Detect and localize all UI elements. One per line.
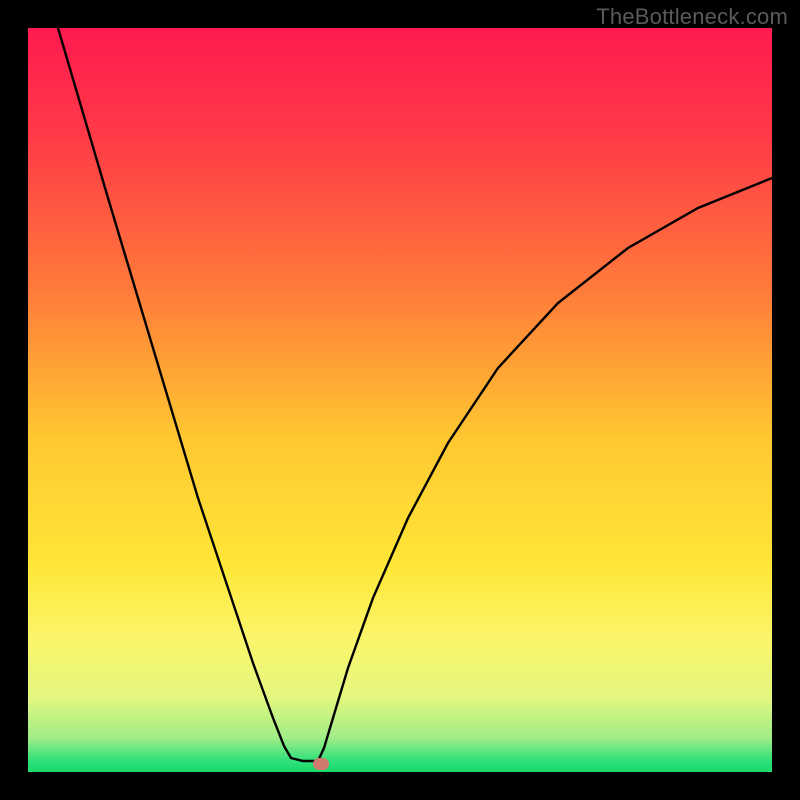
- gradient-background: [28, 28, 772, 772]
- watermark-label: TheBottleneck.com: [596, 4, 788, 30]
- bottleneck-chart: [28, 28, 772, 772]
- chart-frame: [28, 28, 772, 772]
- optimal-point-marker: [313, 758, 329, 770]
